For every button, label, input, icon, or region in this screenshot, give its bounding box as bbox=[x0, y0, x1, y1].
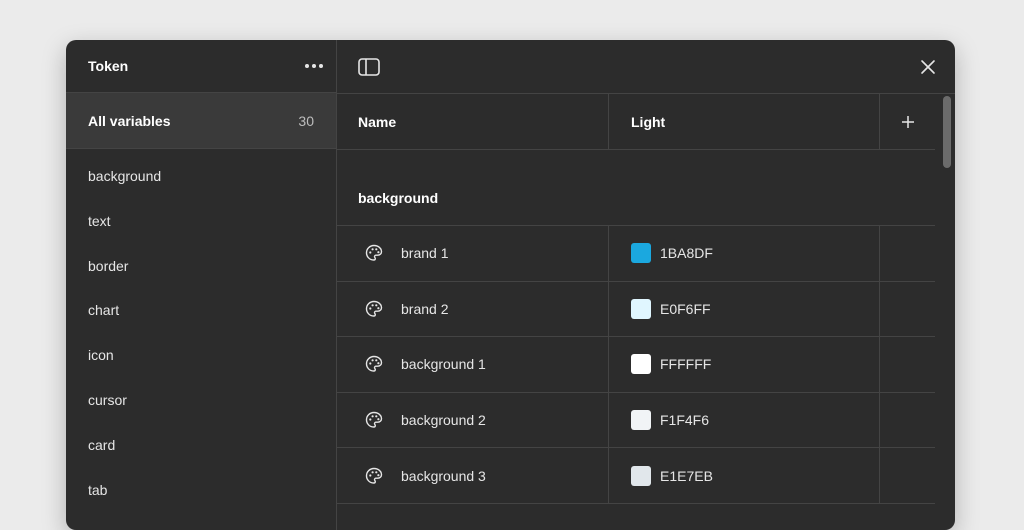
table-header: Name Light bbox=[337, 94, 935, 150]
variable-name-cell[interactable]: background 1 bbox=[337, 337, 609, 392]
toolbar bbox=[337, 40, 955, 94]
sidebar-toggle-icon[interactable] bbox=[358, 58, 380, 76]
variable-name-cell[interactable]: background 2 bbox=[337, 392, 609, 448]
variable-value: FFFFFF bbox=[660, 356, 712, 373]
group-item-tab[interactable]: tab bbox=[66, 468, 336, 513]
palette-icon bbox=[364, 410, 384, 430]
all-variables-count: 30 bbox=[298, 112, 314, 129]
variable-value-cell[interactable]: E1E7EB bbox=[609, 448, 880, 503]
palette-icon bbox=[364, 354, 384, 374]
close-icon[interactable] bbox=[919, 58, 937, 76]
panel-title: Token bbox=[88, 58, 129, 74]
panel-header: Token bbox=[66, 40, 336, 93]
group-item-border[interactable]: border bbox=[66, 244, 336, 289]
variable-value-cell[interactable]: 1BA8DF bbox=[609, 226, 880, 281]
variable-name: brand 1 bbox=[401, 245, 449, 262]
table-row[interactable]: background 2 F1F4F6 bbox=[337, 392, 935, 449]
group-item-card[interactable]: card bbox=[66, 423, 336, 468]
empty-cell bbox=[880, 282, 935, 337]
variable-name: background 1 bbox=[401, 356, 486, 373]
empty-cell bbox=[880, 393, 935, 448]
variable-name-cell[interactable]: background 3 bbox=[337, 448, 609, 503]
variable-name: background 3 bbox=[401, 467, 486, 484]
variable-value: F1F4F6 bbox=[660, 412, 710, 429]
plus-icon bbox=[901, 115, 914, 128]
table-row[interactable]: brand 2 E0F6FF bbox=[337, 281, 935, 338]
variable-value-cell[interactable]: E0F6FF bbox=[609, 281, 880, 337]
color-swatch[interactable] bbox=[631, 410, 651, 431]
variable-value: E0F6FF bbox=[660, 300, 711, 317]
column-header-name[interactable]: Name bbox=[337, 94, 609, 149]
empty-cell bbox=[880, 448, 935, 503]
group-item-text[interactable]: text bbox=[66, 199, 336, 244]
palette-icon bbox=[364, 243, 384, 263]
variable-value-cell[interactable]: FFFFFF bbox=[609, 337, 880, 392]
all-variables-item[interactable]: All variables 30 bbox=[66, 93, 336, 149]
variable-value: 1BA8DF bbox=[660, 245, 713, 262]
collections-panel: Token All variables 30 background text b… bbox=[66, 40, 337, 530]
empty-cell bbox=[880, 337, 935, 392]
empty-cell bbox=[880, 226, 935, 281]
table-row[interactable]: background 3 E1E7EB bbox=[337, 448, 935, 504]
group-item-icon[interactable]: icon bbox=[66, 333, 336, 378]
group-item-background[interactable]: background bbox=[66, 154, 336, 199]
table-rows: brand 1 1BA8DF brand 2 E0F6FF background 1 FF… bbox=[337, 226, 935, 504]
table-row[interactable]: brand 1 1BA8DF bbox=[337, 226, 935, 282]
all-variables-label: All variables bbox=[88, 112, 171, 129]
variable-name-cell[interactable]: brand 1 bbox=[337, 226, 609, 281]
group-item-chart[interactable]: chart bbox=[66, 288, 336, 333]
variables-table: Name Light background brand 1 1BA8DF brand… bbox=[337, 94, 935, 504]
variables-table-panel: Name Light background brand 1 1BA8DF brand… bbox=[337, 40, 955, 530]
color-swatch[interactable] bbox=[631, 298, 651, 319]
scrollbar-thumb[interactable] bbox=[943, 96, 951, 168]
palette-icon bbox=[364, 466, 384, 486]
palette-icon bbox=[364, 299, 384, 319]
group-list: background text border chart icon cursor… bbox=[66, 154, 336, 512]
variable-name: brand 2 bbox=[401, 300, 449, 317]
variable-name: background 2 bbox=[401, 412, 486, 429]
add-mode-button[interactable] bbox=[880, 94, 935, 149]
group-heading: background bbox=[337, 150, 935, 226]
column-header-light[interactable]: Light bbox=[609, 94, 880, 149]
variable-value-cell[interactable]: F1F4F6 bbox=[609, 392, 880, 448]
table-row[interactable]: background 1 FFFFFF bbox=[337, 337, 935, 393]
color-swatch[interactable] bbox=[631, 354, 651, 375]
color-swatch[interactable] bbox=[631, 465, 651, 486]
variable-value: E1E7EB bbox=[660, 467, 713, 484]
group-item-cursor[interactable]: cursor bbox=[66, 378, 336, 423]
variable-name-cell[interactable]: brand 2 bbox=[337, 281, 609, 337]
more-icon[interactable] bbox=[303, 58, 325, 74]
color-swatch[interactable] bbox=[631, 243, 651, 264]
variables-window: Token All variables 30 background text b… bbox=[66, 40, 955, 530]
